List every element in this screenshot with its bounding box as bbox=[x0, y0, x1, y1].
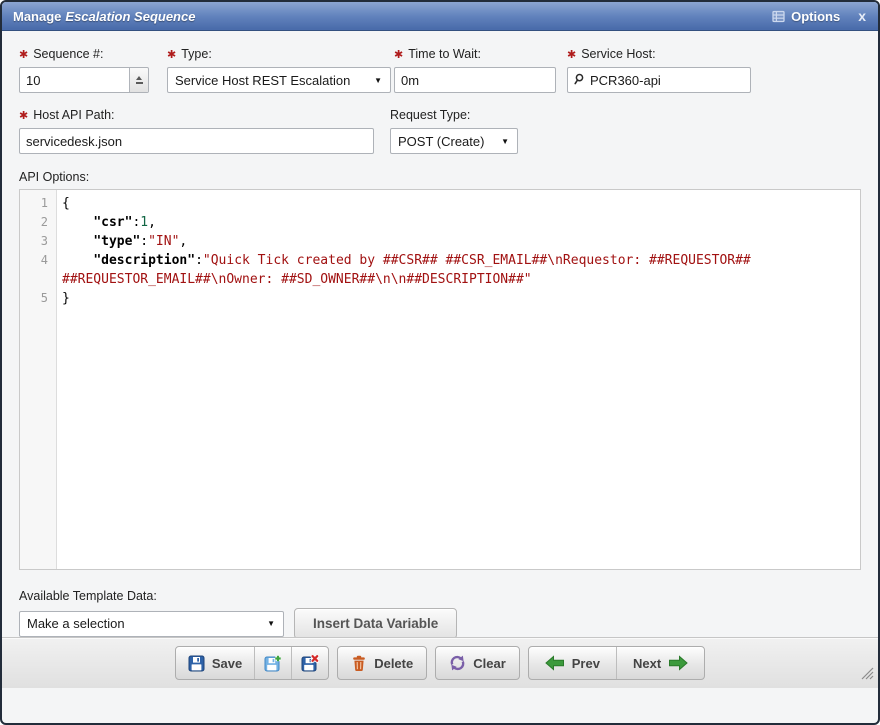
spinner-up-icon bbox=[136, 76, 142, 80]
clear-button[interactable]: Clear bbox=[435, 646, 520, 680]
prev-button[interactable]: Prev bbox=[529, 647, 616, 679]
resize-grip-icon[interactable] bbox=[859, 665, 874, 685]
request-type-label: Request Type: bbox=[390, 108, 470, 122]
chevron-down-icon: ▼ bbox=[374, 76, 382, 85]
dialog-title: Manage Escalation Sequence bbox=[13, 9, 195, 24]
api-options-label: API Options: bbox=[19, 170, 861, 184]
save-button-label: Save bbox=[212, 656, 242, 671]
save-and-new-button[interactable] bbox=[254, 647, 291, 679]
time-to-wait-label: Time to Wait: bbox=[408, 47, 481, 61]
required-asterisk: ✱ bbox=[394, 49, 403, 61]
line-number: 4 bbox=[20, 251, 57, 289]
template-data-label: Available Template Data: bbox=[19, 589, 861, 603]
service-host-label: Service Host: bbox=[581, 47, 655, 61]
line-number: 5 bbox=[20, 289, 57, 308]
prev-button-label: Prev bbox=[572, 656, 600, 671]
form-row-1: ✱ Sequence #: ✱ Type: Service Host REST Es… bbox=[19, 47, 861, 93]
options-button[interactable]: Options bbox=[772, 9, 840, 24]
magnifier-icon bbox=[573, 73, 585, 91]
form-row-2: ✱ Host API Path: Request Type: POST (Crea… bbox=[19, 108, 861, 154]
save-and-new-floppy-plus-icon bbox=[264, 655, 282, 672]
line-number: 3 bbox=[20, 232, 57, 251]
required-asterisk: ✱ bbox=[19, 110, 28, 122]
code-line[interactable]: 4 "description":"Quick Tick created by #… bbox=[20, 251, 860, 289]
delete-button-label: Delete bbox=[374, 656, 413, 671]
sequence-label: Sequence #: bbox=[33, 47, 103, 61]
options-list-icon bbox=[772, 10, 785, 23]
host-api-path-field: ✱ Host API Path: bbox=[19, 108, 374, 154]
code-line[interactable]: 2 "csr":1, bbox=[20, 213, 860, 232]
titlebar-actions: Options x bbox=[772, 9, 868, 24]
request-type-select[interactable]: POST (Create) ▼ bbox=[390, 128, 518, 154]
arrow-left-icon bbox=[545, 655, 565, 671]
host-api-path-label: Host API Path: bbox=[33, 108, 114, 122]
spinner-bar-icon bbox=[136, 82, 143, 84]
chevron-down-icon: ▼ bbox=[267, 619, 275, 628]
options-button-label: Options bbox=[791, 9, 840, 24]
chevron-down-icon: ▼ bbox=[501, 137, 509, 146]
line-number: 1 bbox=[20, 194, 57, 213]
type-select[interactable]: Service Host REST Escalation ▼ bbox=[167, 67, 391, 93]
template-data-select-value: Make a selection bbox=[27, 616, 125, 631]
dialog-body: ✱ Sequence #: ✱ Type: Service Host REST Es… bbox=[2, 47, 878, 688]
refresh-arrows-icon bbox=[449, 655, 466, 671]
request-type-field: Request Type: POST (Create) ▼ bbox=[390, 108, 518, 154]
code-lines[interactable]: 1{2 "csr":1,3 "type":"IN",4 "description… bbox=[20, 190, 860, 308]
trash-icon bbox=[351, 655, 367, 672]
next-button-label: Next bbox=[633, 656, 661, 671]
sequence-spinner[interactable] bbox=[129, 68, 148, 92]
manage-escalation-sequence-dialog: Manage Escalation Sequence Options x bbox=[0, 0, 880, 725]
prev-next-button-group: Prev Next bbox=[528, 646, 705, 680]
dialog-titlebar: Manage Escalation Sequence Options x bbox=[2, 2, 878, 31]
arrow-right-icon bbox=[668, 655, 688, 671]
api-options-editor[interactable]: 1{2 "csr":1,3 "type":"IN",4 "description… bbox=[19, 189, 861, 570]
required-asterisk: ✱ bbox=[567, 49, 576, 61]
dialog-footer: Save bbox=[2, 637, 878, 688]
sequence-field: ✱ Sequence #: bbox=[19, 47, 149, 93]
delete-button[interactable]: Delete bbox=[337, 646, 427, 680]
line-number: 2 bbox=[20, 213, 57, 232]
template-data-row: Make a selection ▼ Insert Data Variable bbox=[19, 608, 861, 639]
close-button[interactable]: x bbox=[856, 9, 868, 23]
save-and-close-floppy-x-icon bbox=[301, 655, 319, 672]
time-to-wait-input[interactable] bbox=[394, 67, 556, 93]
insert-data-variable-label: Insert Data Variable bbox=[313, 616, 438, 631]
save-and-close-button[interactable] bbox=[291, 647, 328, 679]
title-emphasis: Escalation Sequence bbox=[65, 9, 195, 24]
service-host-field: ✱ Service Host: bbox=[567, 47, 751, 93]
required-asterisk: ✱ bbox=[19, 49, 28, 61]
service-host-input[interactable] bbox=[567, 67, 751, 93]
title-prefix: Manage bbox=[13, 9, 61, 24]
host-api-path-input[interactable] bbox=[19, 128, 374, 154]
code-line[interactable]: 5} bbox=[20, 289, 860, 308]
clear-button-label: Clear bbox=[473, 656, 506, 671]
save-button-group: Save bbox=[175, 646, 329, 680]
type-label: Type: bbox=[181, 47, 212, 61]
type-select-value: Service Host REST Escalation bbox=[175, 73, 350, 88]
code-line[interactable]: 1{ bbox=[20, 194, 860, 213]
save-floppy-icon bbox=[188, 655, 205, 672]
insert-data-variable-button[interactable]: Insert Data Variable bbox=[294, 608, 457, 639]
type-field: ✱ Type: Service Host REST Escalation ▼ bbox=[167, 47, 391, 93]
time-to-wait-field: ✱ Time to Wait: bbox=[394, 47, 556, 93]
request-type-select-value: POST (Create) bbox=[398, 134, 484, 149]
save-button[interactable]: Save bbox=[176, 647, 254, 679]
code-line[interactable]: 3 "type":"IN", bbox=[20, 232, 860, 251]
required-asterisk: ✱ bbox=[167, 49, 176, 61]
template-data-select[interactable]: Make a selection ▼ bbox=[19, 611, 284, 637]
next-button[interactable]: Next bbox=[616, 647, 704, 679]
